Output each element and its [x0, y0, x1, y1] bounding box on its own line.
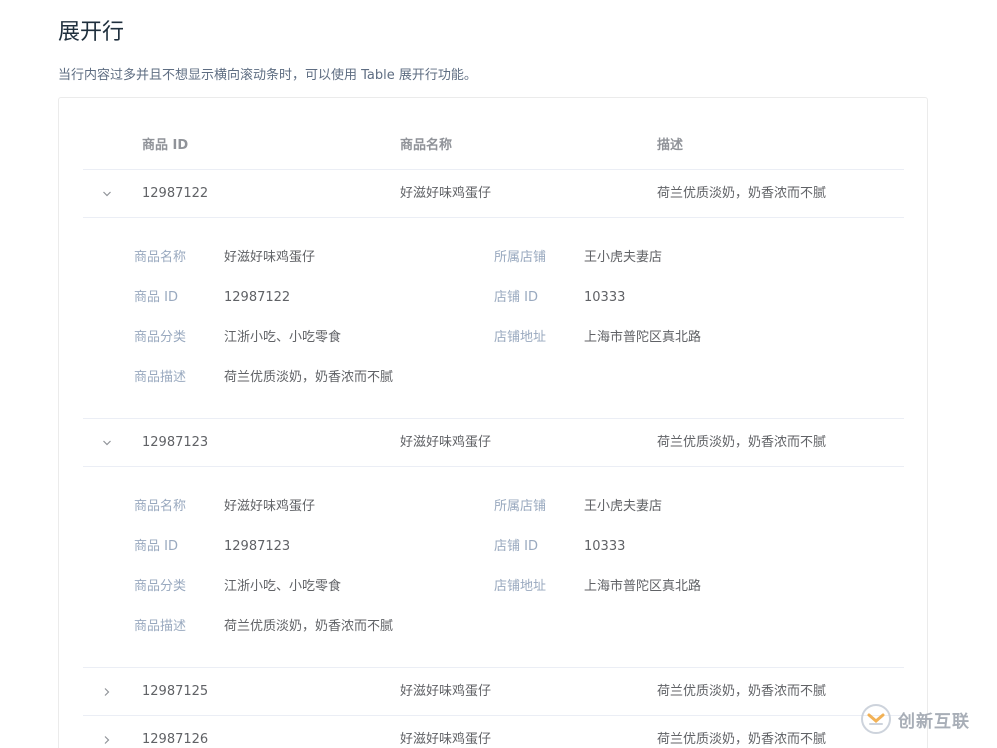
detail-value: 荷兰优质淡奶，奶香浓而不腻: [224, 619, 394, 634]
table-header: 商品 ID 商品名称 描述: [83, 122, 904, 170]
detail-value: 10333: [584, 290, 626, 305]
page-description: 当行内容过多并且不想显示横向滚动条时，可以使用 Table 展开行功能。: [58, 68, 477, 83]
chevron-down-icon[interactable]: [99, 186, 115, 202]
row-product-id: 12987126: [142, 732, 209, 747]
row-product-name: 好滋好味鸡蛋仔: [400, 435, 492, 450]
page: 展开行 当行内容过多并且不想显示横向滚动条时，可以使用 Table 展开行功能。…: [0, 0, 997, 748]
expanded-detail: 商品名称 好滋好味鸡蛋仔 所属店铺 王小虎夫妻店 商品 ID 12987122 …: [83, 218, 904, 419]
detail-label: 商品描述: [134, 370, 187, 385]
expand-table: 商品 ID 商品名称 描述 12987122 好滋好味鸡蛋仔 荷兰优质淡奶，奶香…: [83, 122, 904, 748]
detail-item-shop: 所属店铺 王小虎夫妻店: [83, 248, 904, 268]
row-description: 荷兰优质淡奶，奶香浓而不腻: [657, 684, 827, 699]
table-row[interactable]: 12987123 好滋好味鸡蛋仔 荷兰优质淡奶，奶香浓而不腻: [83, 419, 904, 467]
header-product-name[interactable]: 商品名称: [400, 122, 452, 170]
chevron-right-icon[interactable]: [99, 732, 115, 748]
detail-label: 所属店铺: [494, 250, 547, 265]
logo-icon: [861, 704, 891, 734]
detail-value: 王小虎夫妻店: [584, 250, 663, 265]
detail-value: 荷兰优质淡奶，奶香浓而不腻: [224, 370, 394, 385]
detail-item-shop-id: 店铺 ID 10333: [83, 288, 904, 308]
detail-item-address: 店铺地址 上海市普陀区真北路: [83, 577, 904, 597]
row-product-id: 12987122: [142, 186, 209, 201]
detail-label: 所属店铺: [494, 499, 547, 514]
detail-label: 商品描述: [134, 619, 187, 634]
demo-block: 商品 ID 商品名称 描述 12987122 好滋好味鸡蛋仔 荷兰优质淡奶，奶香…: [58, 97, 928, 748]
chevron-right-icon[interactable]: [99, 684, 115, 700]
detail-label: 店铺 ID: [494, 539, 538, 554]
detail-item-shop: 所属店铺 王小虎夫妻店: [83, 497, 904, 517]
detail-value: 上海市普陀区真北路: [584, 579, 702, 594]
detail-value: 王小虎夫妻店: [584, 499, 663, 514]
chevron-down-icon[interactable]: [99, 435, 115, 451]
detail-item-desc: 商品描述 荷兰优质淡奶，奶香浓而不腻: [83, 368, 904, 388]
detail-label: 店铺地址: [494, 330, 547, 345]
detail-value: 10333: [584, 539, 626, 554]
row-description: 荷兰优质淡奶，奶香浓而不腻: [657, 186, 827, 201]
row-product-name: 好滋好味鸡蛋仔: [400, 186, 492, 201]
table-row[interactable]: 12987122 好滋好味鸡蛋仔 荷兰优质淡奶，奶香浓而不腻: [83, 170, 904, 218]
watermark-text: 创新互联: [898, 711, 970, 732]
row-description: 荷兰优质淡奶，奶香浓而不腻: [657, 435, 827, 450]
row-product-id: 12987125: [142, 684, 209, 699]
row-product-id: 12987123: [142, 435, 209, 450]
detail-label: 店铺 ID: [494, 290, 538, 305]
page-title: 展开行: [58, 20, 125, 45]
header-product-id[interactable]: 商品 ID: [142, 122, 188, 170]
detail-item-address: 店铺地址 上海市普陀区真北路: [83, 328, 904, 348]
row-description: 荷兰优质淡奶，奶香浓而不腻: [657, 732, 827, 747]
detail-value: 上海市普陀区真北路: [584, 330, 702, 345]
header-description[interactable]: 描述: [657, 122, 683, 170]
table-row[interactable]: 12987126 好滋好味鸡蛋仔 荷兰优质淡奶，奶香浓而不腻: [83, 716, 904, 748]
watermark-logo: 创新互联: [860, 701, 990, 737]
detail-label: 店铺地址: [494, 579, 547, 594]
table-row[interactable]: 12987125 好滋好味鸡蛋仔 荷兰优质淡奶，奶香浓而不腻: [83, 668, 904, 716]
row-product-name: 好滋好味鸡蛋仔: [400, 732, 492, 747]
detail-item-shop-id: 店铺 ID 10333: [83, 537, 904, 557]
detail-item-desc: 商品描述 荷兰优质淡奶，奶香浓而不腻: [83, 617, 904, 637]
row-product-name: 好滋好味鸡蛋仔: [400, 684, 492, 699]
expanded-detail: 商品名称 好滋好味鸡蛋仔 所属店铺 王小虎夫妻店 商品 ID 12987123 …: [83, 467, 904, 668]
